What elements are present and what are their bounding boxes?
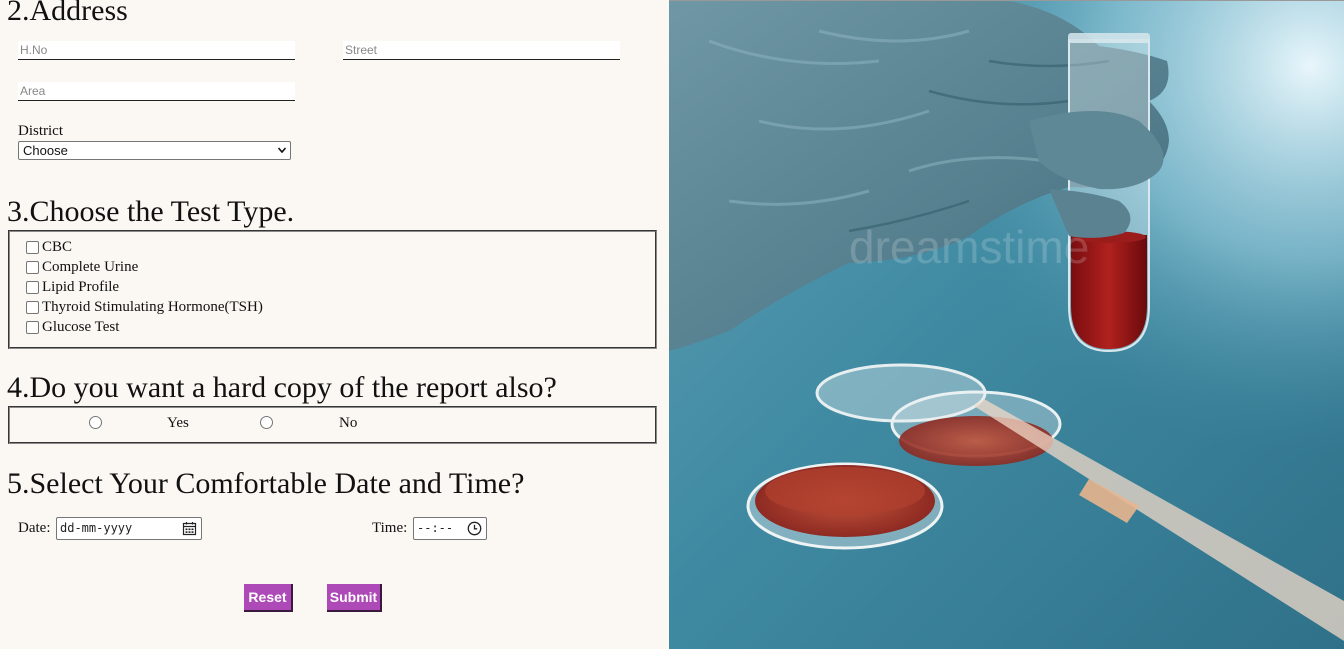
time-label: Time: bbox=[372, 520, 408, 536]
checkbox[interactable] bbox=[26, 280, 39, 294]
hard-copy-heading: 4.Do you want a hard copy of the report … bbox=[7, 371, 557, 404]
watermark-text: dreamstime bbox=[849, 221, 1089, 273]
clock-icon[interactable] bbox=[467, 521, 482, 536]
test-option-tsh[interactable]: Thyroid Stimulating Hormone(TSH) bbox=[26, 297, 263, 317]
test-option-lipid-profile[interactable]: Lipid Profile bbox=[26, 277, 119, 297]
area-input[interactable] bbox=[18, 82, 295, 101]
registration-form: 2.Address District Choose 3.Choose the T… bbox=[0, 0, 669, 649]
district-select[interactable]: Choose bbox=[18, 141, 291, 160]
date-time-heading: 5.Select Your Comfortable Date and Time? bbox=[7, 467, 525, 500]
street-input[interactable] bbox=[343, 41, 620, 60]
district-label: District bbox=[18, 123, 63, 139]
district-selected-value: Choose bbox=[23, 143, 68, 158]
test-option-cbc[interactable]: CBC bbox=[26, 237, 72, 257]
date-value: dd-mm-yyyy bbox=[60, 521, 133, 535]
hard-copy-yes-label: Yes bbox=[167, 415, 189, 431]
test-type-heading: 3.Choose the Test Type. bbox=[7, 195, 295, 228]
chevron-down-icon bbox=[278, 147, 286, 154]
hard-copy-yes-radio[interactable] bbox=[89, 416, 102, 429]
date-input[interactable]: dd-mm-yyyy bbox=[56, 517, 202, 540]
checkbox[interactable] bbox=[26, 240, 39, 254]
hard-copy-no-label: No bbox=[339, 415, 358, 431]
address-heading: 2.Address bbox=[7, 0, 128, 27]
test-option-glucose[interactable]: Glucose Test bbox=[26, 317, 119, 337]
checkbox[interactable] bbox=[26, 300, 39, 314]
test-option-label: Thyroid Stimulating Hormone(TSH) bbox=[42, 299, 263, 315]
test-option-complete-urine[interactable]: Complete Urine bbox=[26, 257, 138, 277]
test-option-label: Glucose Test bbox=[42, 319, 120, 335]
date-label: Date: bbox=[18, 520, 51, 536]
lab-photo-illustration: dreamstime bbox=[669, 1, 1344, 649]
test-option-label: Lipid Profile bbox=[42, 279, 120, 295]
time-value: --:-- bbox=[417, 521, 454, 535]
lab-test-photo: dreamstime bbox=[669, 0, 1344, 649]
time-input[interactable]: --:-- bbox=[413, 517, 487, 540]
calendar-icon[interactable] bbox=[182, 521, 197, 536]
house-number-input[interactable] bbox=[18, 41, 295, 60]
reset-button[interactable]: Reset bbox=[244, 584, 293, 612]
submit-button[interactable]: Submit bbox=[327, 584, 382, 612]
hard-copy-group bbox=[8, 406, 657, 444]
hard-copy-no-radio[interactable] bbox=[260, 416, 273, 429]
test-option-label: CBC bbox=[42, 239, 73, 255]
test-option-label: Complete Urine bbox=[42, 259, 139, 275]
checkbox[interactable] bbox=[26, 320, 39, 334]
checkbox[interactable] bbox=[26, 260, 39, 274]
